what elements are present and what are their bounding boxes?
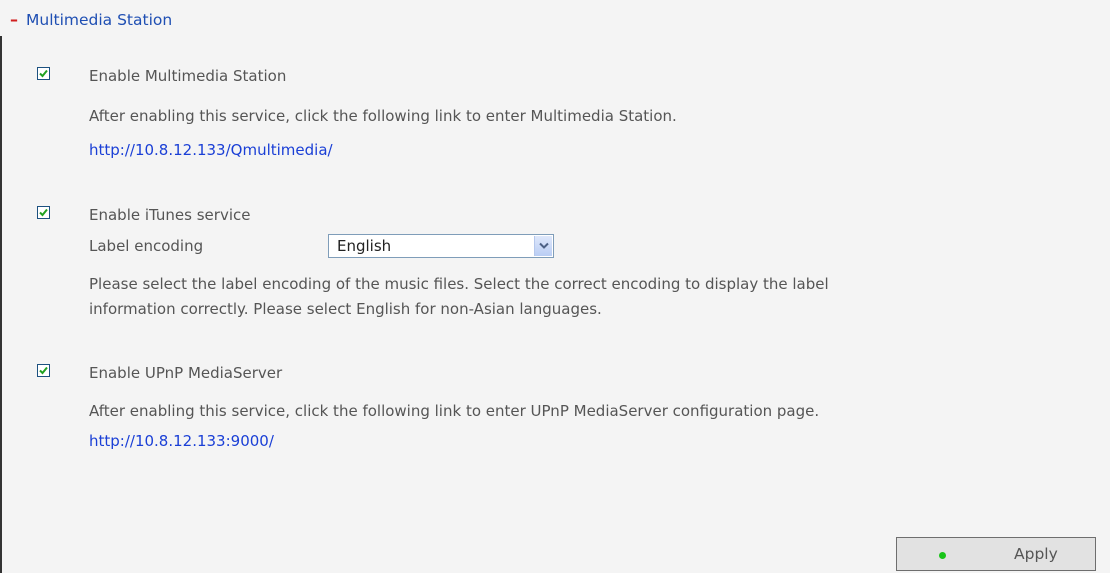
label-encoding-label: Label encoding [89,237,204,255]
label-encoding-select[interactable]: English [328,234,554,258]
upnp-link[interactable]: http://10.8.12.133:9000/ [89,431,274,451]
itunes-description-line1: Please select the label encoding of the … [89,275,829,293]
green-dot-icon [939,552,946,559]
enable-multimedia-label: Enable Multimedia Station [89,67,287,85]
apply-button-label: Apply [1014,545,1058,563]
check-icon [39,208,48,217]
left-border-divider [0,36,2,573]
enable-itunes-checkbox[interactable] [37,206,50,219]
itunes-description-line2: information correctly. Please select Eng… [89,300,602,318]
section-header[interactable]: – Multimedia Station [10,9,172,31]
check-icon [39,69,48,78]
enable-multimedia-checkbox[interactable] [37,67,50,80]
chevron-down-icon [539,242,549,249]
multimedia-station-panel: – Multimedia Station Enable Multimedia S… [0,0,1110,573]
collapse-minus-icon[interactable]: – [10,12,18,28]
upnp-description: After enabling this service, click the f… [89,402,820,420]
multimedia-link[interactable]: http://10.8.12.133/Qmultimedia/ [89,140,333,160]
enable-itunes-label: Enable iTunes service [89,206,251,224]
enable-upnp-label: Enable UPnP MediaServer [89,364,283,382]
enable-upnp-checkbox[interactable] [37,364,50,377]
label-encoding-value: English [337,237,392,255]
section-title: Multimedia Station [26,11,173,29]
apply-button[interactable]: Apply [896,537,1096,571]
multimedia-description: After enabling this service, click the f… [89,107,677,125]
check-icon [39,366,48,375]
dropdown-button[interactable] [534,236,552,256]
